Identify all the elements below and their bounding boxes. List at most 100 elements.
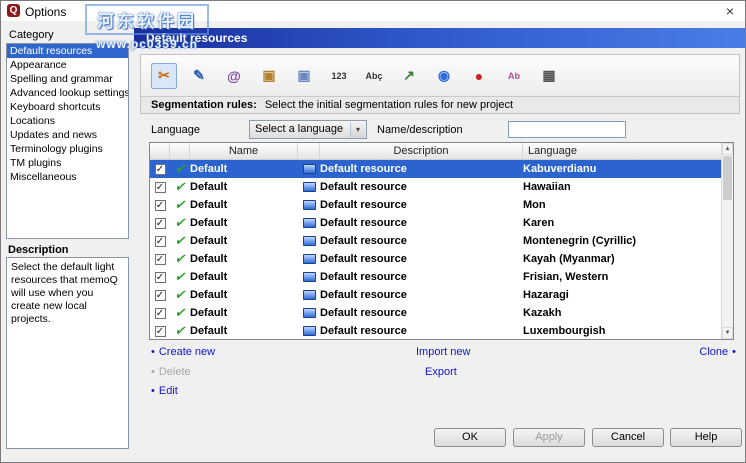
category-list: Default resourcesAppearanceSpelling and … <box>6 43 129 239</box>
number-formats-icon[interactable]: 123 <box>326 63 352 89</box>
active-check-icon: ✔ <box>175 161 186 177</box>
resource-name: Default <box>190 271 298 283</box>
name-description-input[interactable] <box>508 121 626 138</box>
active-check-icon: ✔ <box>175 287 186 303</box>
row-checkbox[interactable]: ✓ <box>155 254 166 265</box>
sidebar-item-terminology-plugins[interactable]: Terminology plugins <box>7 142 128 156</box>
web-search-settings-icon[interactable]: ● <box>466 63 492 89</box>
sidebar-item-miscellaneous[interactable]: Miscellaneous <box>7 170 128 184</box>
table-row[interactable]: ✓✔DefaultDefault resourceLuxembourgish <box>150 322 721 339</box>
description-label: Description <box>8 244 69 256</box>
resource-language: Hazaragi <box>523 289 721 301</box>
page-title: Default resources <box>134 28 745 48</box>
row-checkbox[interactable]: ✓ <box>155 236 166 247</box>
keyboard-shortcuts-icon[interactable]: ▦ <box>536 63 562 89</box>
export-path-rules-icon[interactable]: ↗ <box>396 63 422 89</box>
row-checkbox[interactable]: ✓ <box>155 218 166 229</box>
clone-link[interactable]: Clone• <box>699 346 736 358</box>
row-checkbox[interactable]: ✓ <box>155 326 166 337</box>
scroll-up-icon[interactable]: ▲ <box>722 143 733 155</box>
language-dropdown[interactable]: Select a language ▾ <box>249 120 367 139</box>
resource-description: Default resource <box>320 235 523 247</box>
options-dialog: Q Options × 河东软件园 www.pc0359.cn Category… <box>0 0 746 463</box>
name-description-label: Name/description <box>377 124 463 136</box>
autocorrect-lists-icon[interactable]: Abç <box>361 63 387 89</box>
info-bar-label: Segmentation rules: <box>151 99 257 111</box>
row-checkbox[interactable]: ✓ <box>155 290 166 301</box>
resource-description: Default resource <box>320 289 523 301</box>
header-description[interactable]: Description <box>320 143 523 159</box>
sidebar-item-appearance[interactable]: Appearance <box>7 58 128 72</box>
sidebar-item-locations[interactable]: Locations <box>7 114 128 128</box>
resource-language: Frisian, Western <box>523 271 721 283</box>
import-new-link[interactable]: Import new <box>416 346 470 358</box>
monitor-icon <box>303 308 316 318</box>
active-check-icon: ✔ <box>175 269 186 285</box>
sidebar-item-spelling-and-grammar[interactable]: Spelling and grammar <box>7 72 128 86</box>
row-checkbox[interactable]: ✓ <box>155 182 166 193</box>
row-checkbox[interactable]: ✓ <box>155 272 166 283</box>
ok-button[interactable]: OK <box>434 428 506 447</box>
table-row[interactable]: ✓✔DefaultDefault resourceKayah (Myanmar) <box>150 250 721 268</box>
monitor-icon <box>303 326 316 336</box>
table-row[interactable]: ✓✔DefaultDefault resourceKabuverdianu <box>150 160 721 178</box>
apply-button[interactable]: Apply <box>513 428 585 447</box>
resource-name: Default <box>190 235 298 247</box>
export-link[interactable]: Export <box>425 366 457 378</box>
segmentation-rules-icon[interactable]: ✂ <box>151 63 177 89</box>
toolbar: ✂ ✎ @ ▣ ▣ 123 Abç ↗ ◉ ● Ab ▦ <box>141 55 739 96</box>
chevron-down-icon: ▾ <box>350 122 365 137</box>
sidebar-item-keyboard-shortcuts[interactable]: Keyboard shortcuts <box>7 100 128 114</box>
resource-name: Default <box>190 253 298 265</box>
resource-name: Default <box>190 289 298 301</box>
table-row[interactable]: ✓✔DefaultDefault resourceKazakh <box>150 304 721 322</box>
sidebar-item-default-resources[interactable]: Default resources <box>7 44 128 58</box>
qa-settings-icon[interactable]: ✎ <box>186 63 212 89</box>
resource-language: Mon <box>523 199 721 211</box>
sidebar-item-advanced-lookup-settings[interactable]: Advanced lookup settings <box>7 86 128 100</box>
cancel-button[interactable]: Cancel <box>592 428 664 447</box>
active-check-icon: ✔ <box>175 179 186 195</box>
table-row[interactable]: ✓✔DefaultDefault resourceHawaiian <box>150 178 721 196</box>
vertical-scrollbar[interactable]: ▲ ▼ <box>721 143 733 339</box>
table-row[interactable]: ✓ ✔ Default Default resourceHazaragi <box>150 286 721 304</box>
monitor-icon <box>303 200 316 210</box>
monitor-icon <box>303 254 316 264</box>
table-row[interactable]: ✓✔DefaultDefault resourceMontenegrin (Cy… <box>150 232 721 250</box>
translation-memory-settings-icon[interactable]: ▣ <box>256 63 282 89</box>
header-name[interactable]: Name <box>190 143 298 159</box>
create-new-link[interactable]: •Create new <box>151 346 215 358</box>
memoq-app-icon: Q <box>7 4 20 17</box>
lqa-models-icon[interactable]: ◉ <box>431 63 457 89</box>
header-language[interactable]: Language <box>523 143 721 159</box>
auto-translation-rules-icon[interactable]: @ <box>221 63 247 89</box>
resource-name: Default <box>190 307 298 319</box>
resource-description: Default resource <box>320 325 523 337</box>
resource-description: Default resource <box>320 163 523 175</box>
resource-description: Default resource <box>320 307 523 319</box>
resource-description: Default resource <box>320 271 523 283</box>
resource-name: Default <box>190 217 298 229</box>
sidebar-item-updates-and-news[interactable]: Updates and news <box>7 128 128 142</box>
sidebar-item-tm-plugins[interactable]: TM plugins <box>7 156 128 170</box>
ignore-lists-icon[interactable]: ▣ <box>291 63 317 89</box>
font-substitution-icon[interactable]: Ab <box>501 63 527 89</box>
table-row[interactable]: ✓✔DefaultDefault resourceKaren <box>150 214 721 232</box>
help-button[interactable]: Help <box>670 428 742 447</box>
row-checkbox[interactable]: ✓ <box>155 164 166 175</box>
header-checkbox-col <box>150 143 170 159</box>
active-check-icon: ✔ <box>175 197 186 213</box>
scrollbar-thumb[interactable] <box>723 156 732 200</box>
scroll-down-icon[interactable]: ▼ <box>722 327 733 339</box>
close-icon[interactable]: × <box>715 1 745 21</box>
description-text: Select the default light resources that … <box>6 257 129 449</box>
edit-link[interactable]: •Edit <box>151 385 178 397</box>
row-checkbox[interactable]: ✓ <box>155 308 166 319</box>
monitor-icon <box>303 164 316 174</box>
row-checkbox[interactable]: ✓ <box>155 200 166 211</box>
table-row[interactable]: ✓✔DefaultDefault resourceMon <box>150 196 721 214</box>
resources-table: Name Description Language ✓✔DefaultDefau… <box>149 142 734 340</box>
table-row[interactable]: ✓ ✔ Default Default resourceFrisian, Wester… <box>150 268 721 286</box>
delete-link[interactable]: •Delete <box>151 366 191 378</box>
header-status-col <box>170 143 190 159</box>
